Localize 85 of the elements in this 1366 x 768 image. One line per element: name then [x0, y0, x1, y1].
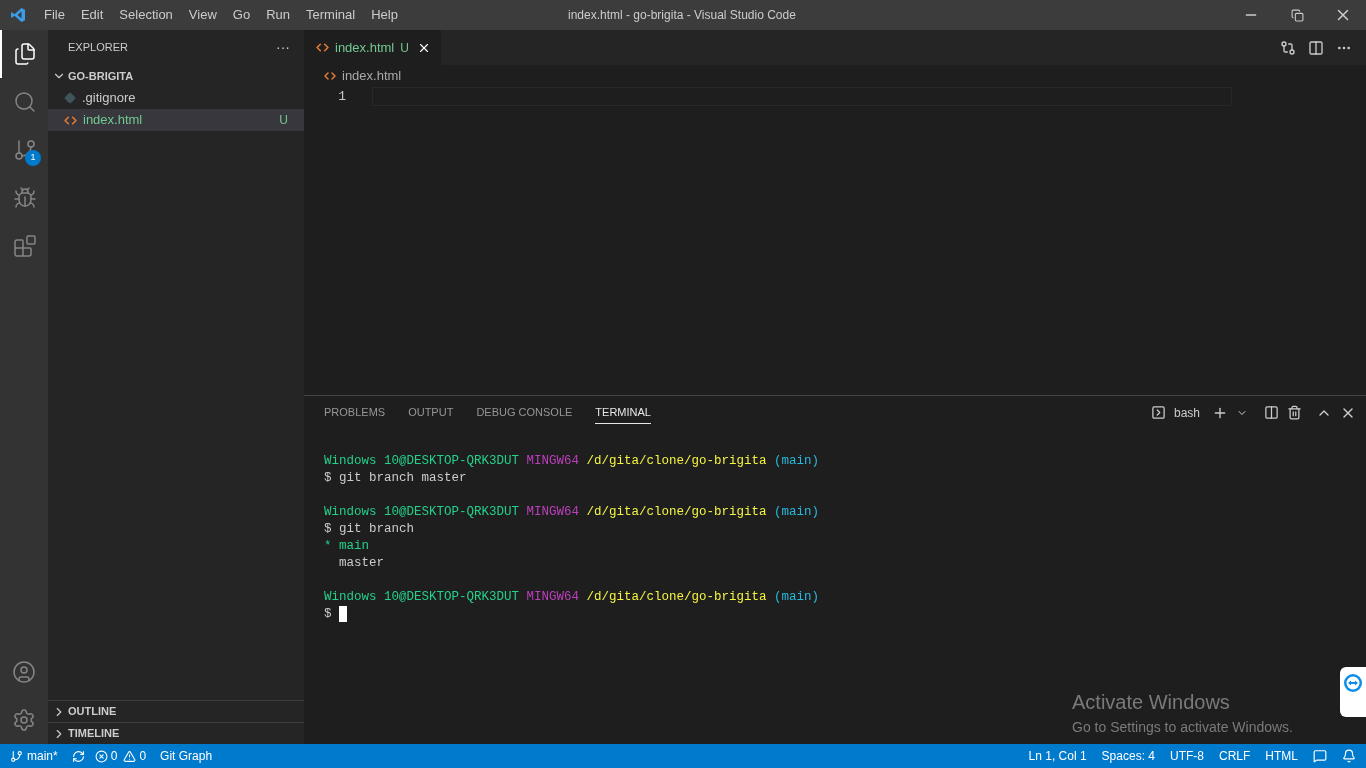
editor-area[interactable]: 1 [304, 87, 1366, 395]
section-header[interactable]: OUTLINE [48, 700, 304, 722]
shell-selector[interactable]: bash [1173, 403, 1200, 422]
terminal-text: MINGW64 [525, 505, 580, 519]
problems-indicator[interactable]: 0 0 [94, 747, 147, 765]
section-title: OUTLINE [68, 704, 117, 720]
terminal-text: master [338, 556, 384, 570]
git-file-icon [64, 92, 76, 104]
terminal-text: /d/gita/clone/go-brigita [585, 590, 767, 604]
html-file-icon [316, 41, 329, 54]
activation-message: Go to Settings to activate Windows. [1072, 718, 1293, 737]
file-name: index.html [83, 111, 143, 130]
file-name: .gitignore [82, 89, 136, 108]
panel-tab[interactable]: OUTPUT [408, 400, 454, 425]
terminal-text: * main [324, 539, 369, 553]
terminal-text: (main) [773, 505, 820, 519]
git-status-label: U [279, 112, 288, 129]
terminal-text: MINGW64 [525, 454, 580, 468]
remote-support-tab[interactable] [1340, 667, 1366, 717]
line-ending-indicator[interactable]: CRLF [1219, 747, 1251, 765]
panel-tab[interactable]: DEBUG CONSOLE [476, 400, 573, 425]
notifications-icon[interactable] [1342, 749, 1356, 763]
menu-item[interactable]: File [36, 5, 73, 25]
settings-icon[interactable] [12, 708, 36, 732]
html-file-icon [64, 113, 77, 127]
menu-item[interactable]: Help [363, 5, 406, 25]
terminal-text: $ [324, 607, 333, 621]
terminal-icon [1150, 405, 1166, 420]
folder-name: GO-BRIGITA [68, 68, 134, 84]
app-logo-icon [10, 7, 26, 23]
terminal-text: /d/gita/clone/go-brigita [585, 454, 767, 468]
source-control-icon [13, 138, 37, 162]
terminal-text: $ git branch master [324, 471, 467, 485]
terminal-text: Windows 10@DESKTOP-QRK3DUT [324, 505, 520, 519]
section-title: TIMELINE [68, 726, 120, 742]
sidebar-title: EXPLORER [68, 40, 128, 56]
activation-title: Activate Windows [1072, 690, 1231, 715]
folder-header[interactable]: GO-BRIGITA [48, 65, 304, 87]
split-terminal-icon[interactable] [1264, 405, 1279, 420]
run-debug-icon [13, 186, 37, 210]
panel-tab[interactable]: TERMINAL [595, 400, 651, 425]
more-actions-button[interactable]: ··· [276, 37, 290, 58]
menu-item[interactable]: Run [258, 5, 298, 25]
notification-badge: 1 [25, 150, 41, 166]
kill-terminal-icon[interactable] [1287, 405, 1302, 420]
menu-item[interactable]: View [180, 5, 225, 25]
terminal-cursor [339, 606, 347, 622]
menu-item[interactable]: Terminal [298, 5, 364, 25]
sync-icon[interactable] [71, 749, 85, 763]
line-number: 1 [338, 88, 346, 106]
tab-label: index.html [335, 38, 395, 57]
html-file-icon [324, 70, 336, 82]
breadcrumb[interactable]: index.html [342, 66, 402, 86]
account-icon[interactable] [12, 660, 36, 684]
panel-tab[interactable]: PROBLEMS [324, 400, 386, 425]
language-mode[interactable]: HTML [1265, 747, 1298, 765]
extensions-icon [13, 234, 37, 258]
cursor-position[interactable]: Ln 1, Col 1 [1028, 747, 1087, 765]
editor-tab[interactable]: index.html U [304, 30, 441, 65]
explorer-icon [13, 42, 37, 66]
split-editor-icon[interactable] [1308, 39, 1324, 56]
git-graph-button[interactable]: Git Graph [160, 747, 213, 765]
menu-item[interactable]: Selection [111, 5, 181, 25]
terminal-text: $ git branch [324, 522, 414, 536]
git-status-label: U [400, 39, 409, 57]
terminal-text: Windows 10@DESKTOP-QRK3DUT [324, 590, 520, 604]
menu-item[interactable]: Edit [72, 5, 112, 25]
restore-icon[interactable] [1290, 8, 1304, 22]
terminal-text: (main) [773, 454, 820, 468]
open-changes-icon[interactable] [1280, 39, 1296, 56]
double-arrow-icon [1343, 673, 1363, 693]
tree-row[interactable]: .gitignore [48, 87, 304, 109]
terminal-text: Windows 10@DESKTOP-QRK3DUT [324, 454, 520, 468]
indentation-indicator[interactable]: Spaces: 4 [1101, 747, 1155, 765]
menu-item[interactable]: Go [224, 5, 259, 25]
tree-row[interactable]: index.html U [48, 109, 304, 131]
terminal-text: /d/gita/clone/go-brigita [585, 505, 767, 519]
feedback-icon[interactable] [1313, 749, 1327, 763]
terminal-text: MINGW64 [525, 590, 580, 604]
window-title: index.html - go-brigita - Visual Studio Code [568, 7, 796, 24]
activity-bar-item[interactable]: 1 [0, 126, 48, 174]
encoding-indicator[interactable]: UTF-8 [1170, 747, 1204, 765]
search-icon [13, 90, 37, 114]
terminal-text: (main) [773, 590, 820, 604]
branch-indicator[interactable]: main* [10, 747, 58, 765]
